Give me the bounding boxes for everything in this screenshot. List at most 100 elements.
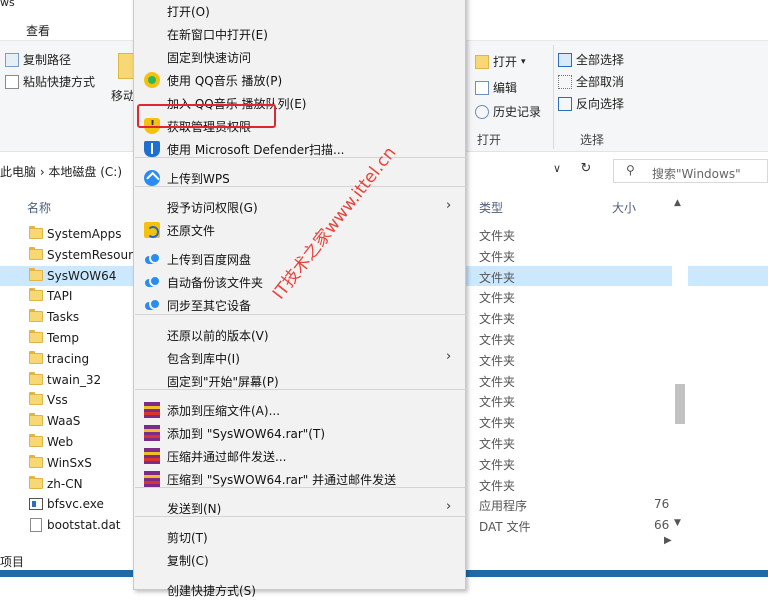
edit-button[interactable]: 编辑 — [475, 79, 517, 96]
menu-item-label: 固定到"开始"屏幕(P) — [167, 375, 279, 389]
history-icon — [475, 104, 489, 119]
folder-icon — [29, 413, 43, 427]
select-none-label: 全部取消 — [576, 75, 625, 89]
menu-item[interactable]: 包含到库中(I) › — [134, 347, 465, 369]
file-type: 文件夹 — [479, 353, 516, 368]
ribbon-separator — [553, 45, 554, 149]
menu-item[interactable]: 剪切(T) — [134, 526, 465, 548]
menu-item[interactable]: 还原以前的版本(V) — [134, 324, 465, 346]
menu-item-label: 同步至其它设备 — [167, 299, 252, 313]
menu-item-label: 添加到 "SysWOW64.rar"(T) — [167, 427, 325, 441]
file-name: SystemApps — [47, 227, 122, 241]
winrar-icon — [144, 425, 160, 441]
tab-view[interactable]: 查看 — [26, 22, 50, 39]
menu-item-label: 使用 QQ音乐 播放(P) — [167, 74, 283, 88]
menu-item-label: 剪切(T) — [167, 531, 208, 545]
winrar-icon — [144, 471, 160, 487]
move-to-icon[interactable] — [118, 53, 134, 79]
chevron-down-icon: ▾ — [521, 56, 526, 67]
file-name: TAPI — [47, 289, 73, 304]
column-header-name[interactable]: 名称 — [27, 199, 51, 216]
scroll-thumb[interactable] — [675, 384, 685, 424]
menu-item[interactable]: 压缩并通过邮件发送... — [134, 445, 465, 467]
file-type: 文件夹 — [479, 291, 516, 306]
address-dropdown-icon[interactable]: ∨ — [546, 162, 568, 182]
menu-item-label: 压缩并通过邮件发送... — [167, 450, 287, 464]
menu-item[interactable]: 使用 QQ音乐 播放(P) — [134, 69, 465, 91]
file-type: 文件夹 — [479, 333, 516, 347]
file-size: 66 — [654, 518, 670, 533]
file-type: 文件夹 — [479, 270, 516, 285]
status-text: 项目 — [0, 555, 25, 569]
folder-icon — [29, 309, 43, 323]
menu-item[interactable]: 添加到压缩文件(A)... — [134, 399, 465, 421]
copy-path-button[interactable]: 复制路径 — [5, 51, 71, 68]
menu-item[interactable]: 创建快捷方式(S) — [134, 579, 465, 601]
highlight-annotation — [137, 104, 276, 128]
select-none-button[interactable]: 全部取消 — [558, 73, 624, 90]
qq-music-icon — [144, 72, 160, 88]
copy-path-label: 复制路径 — [23, 53, 72, 67]
menu-separator — [135, 186, 466, 187]
folder-icon — [29, 371, 43, 385]
baidu-cloud-icon — [144, 251, 161, 267]
menu-separator — [135, 487, 466, 488]
menu-item-label: 打开(O) — [167, 5, 210, 19]
edit-label: 编辑 — [493, 81, 518, 95]
file-name: Tasks — [47, 310, 80, 325]
menu-item-label: 添加到压缩文件(A)... — [167, 404, 281, 418]
chevron-right-icon: › — [446, 349, 452, 364]
exe-icon — [29, 498, 43, 511]
invert-selection-label: 反向选择 — [576, 97, 625, 111]
file-type: 文件夹 — [479, 478, 516, 493]
file-type: 应用程序 — [479, 499, 528, 514]
menu-item[interactable]: 同步至其它设备 — [134, 294, 465, 316]
vertical-scrollbar[interactable]: ▲ ▼ — [672, 192, 688, 538]
menu-item-label: 自动备份该文件夹 — [167, 276, 264, 290]
paste-shortcut-icon — [5, 74, 19, 89]
menu-separator — [135, 516, 466, 517]
open-button[interactable]: 打开 ▾ — [475, 53, 526, 70]
file-name: bfsvc.exe — [47, 497, 104, 512]
folder-icon — [29, 475, 43, 489]
select-all-label: 全部选择 — [576, 53, 625, 67]
chevron-right-icon: › — [446, 499, 452, 514]
scroll-right-icon[interactable]: ▶ — [664, 535, 672, 546]
menu-item[interactable]: 复制(C) — [134, 549, 465, 571]
move-to-button[interactable]: 移动 — [111, 87, 135, 104]
folder-icon — [29, 226, 43, 239]
select-all-button[interactable]: 全部选择 — [558, 51, 624, 68]
file-size: 76 — [654, 497, 670, 512]
menu-separator — [135, 389, 466, 390]
refresh-icon[interactable]: ↻ — [574, 161, 598, 181]
menu-item[interactable]: 还原文件 — [134, 219, 465, 241]
scroll-up-icon[interactable]: ▲ — [674, 198, 681, 208]
invert-selection-button[interactable]: 反向选择 — [558, 95, 624, 112]
scroll-down-icon[interactable]: ▼ — [674, 518, 681, 528]
menu-item-label: 包含到库中(I) — [167, 352, 240, 366]
menu-item[interactable]: 添加到 "SysWOW64.rar"(T) — [134, 422, 465, 444]
edit-icon — [475, 80, 489, 95]
paste-shortcut-button[interactable]: 粘贴快捷方式 — [5, 73, 95, 90]
menu-item[interactable]: 固定到快速访问 — [134, 46, 465, 68]
menu-item[interactable]: 打开(O) — [134, 0, 465, 22]
folder-icon — [29, 350, 43, 364]
menu-item[interactable]: 在新窗口中打开(E) — [134, 23, 465, 45]
folder-icon — [29, 454, 43, 468]
menu-item[interactable]: 授予访问权限(G) › — [134, 196, 465, 218]
menu-item-label: 上传到WPS — [167, 172, 230, 186]
search-placeholder: 搜索"Windows" — [652, 167, 741, 181]
file-type: 文件夹 — [479, 312, 516, 327]
file-type: 文件夹 — [479, 437, 516, 451]
file-name: tracing — [47, 351, 90, 366]
winrar-icon — [144, 402, 160, 418]
search-input[interactable]: ⚲ 搜索"Windows" — [613, 159, 768, 183]
context-menu: 打开(O) 在新窗口中打开(E) 固定到快速访问 使用 QQ音乐 播放(P) 加入 QQ… — [133, 0, 466, 598]
menu-item-label: 创建快捷方式(S) — [167, 584, 256, 598]
column-header-type[interactable]: 类型 — [479, 199, 503, 216]
breadcrumb[interactable]: 此电脑 › 本地磁盘 (C:) — [0, 163, 122, 180]
winrar-icon — [144, 448, 160, 464]
menu-item-label: 发送到(N) — [167, 502, 222, 516]
column-header-size[interactable]: 大小 — [612, 199, 636, 216]
history-button[interactable]: 历史记录 — [475, 103, 541, 120]
